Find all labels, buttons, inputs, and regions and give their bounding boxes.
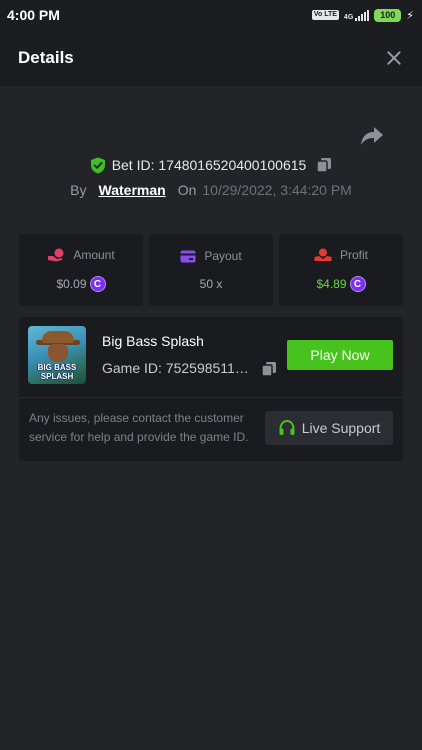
stat-label: Profit	[339, 248, 368, 262]
status-icons: Vo LTE 4G 100 ⚡	[311, 8, 414, 22]
share-icon[interactable]	[360, 126, 384, 146]
stat-value: $4.89 C	[316, 276, 366, 292]
bet-id: Bet ID: 1748016520400100615	[111, 157, 307, 173]
stat-card-amount: Amount $0.09 C	[19, 234, 143, 306]
status-time: 4:00 PM	[7, 7, 60, 23]
stat-value: $0.09 C	[56, 276, 106, 292]
charging-icon: ⚡	[406, 9, 414, 22]
stat-label: Amount	[73, 248, 115, 262]
on-label: On	[177, 182, 197, 198]
payout-value: 50 x	[199, 277, 223, 291]
bet-date: 10/29/2022, 3:44:20 PM	[202, 182, 352, 198]
stat-card-profit: Profit $4.89 C	[279, 234, 403, 306]
coin-icon: C	[89, 276, 106, 292]
coin-icon: C	[349, 276, 366, 292]
by-label: By	[70, 182, 87, 198]
headset-icon	[279, 419, 295, 435]
thumb-title: BIG BASS SPLASH	[37, 363, 77, 381]
live-support-button[interactable]: Live Support	[265, 411, 393, 445]
coin-hand-icon	[48, 248, 64, 262]
live-support-label: Live Support	[301, 420, 381, 436]
wallet-icon	[180, 250, 196, 262]
game-thumbnail[interactable]: BIG BASS SPLASH	[28, 326, 86, 384]
play-now-button[interactable]: Play Now	[287, 340, 393, 370]
stat-label: Payout	[204, 249, 242, 263]
thumb-hat	[42, 331, 74, 343]
stat-header: Payout	[180, 249, 242, 263]
stat-header: Profit	[314, 248, 368, 262]
profit-value: $4.89	[316, 277, 347, 291]
game-card: BIG BASS SPLASH Big Bass Splash Game ID:…	[19, 317, 403, 461]
battery-icon: 100	[374, 8, 402, 22]
stat-header: Amount	[47, 248, 115, 262]
shield-check-icon	[90, 157, 105, 173]
bet-meta-row: By Waterman On 10/29/2022, 3:44:20 PM	[0, 180, 422, 200]
bet-id-row: Bet ID: 1748016520400100615	[0, 154, 422, 176]
profit-hands-icon	[314, 248, 332, 261]
close-icon[interactable]	[384, 48, 404, 68]
volte-icon: Vo LTE	[311, 10, 339, 20]
stat-value: 50 x	[200, 277, 223, 291]
signal-group: 4G	[343, 9, 370, 21]
bet-stats: Amount $0.09 C Payout 50 x Profit $4.89 …	[19, 234, 403, 306]
username-link[interactable]: Waterman	[99, 182, 166, 198]
game-name: Big Bass Splash	[102, 333, 204, 349]
signal-icon	[355, 9, 370, 21]
details-header: Details	[0, 30, 422, 86]
copy-bet-id-icon[interactable]	[316, 157, 332, 173]
network-type: 4G	[343, 14, 354, 21]
status-bar: 4:00 PM Vo LTE 4G 100 ⚡	[0, 0, 422, 30]
amount-value: $0.09	[56, 277, 87, 291]
stat-card-payout: Payout 50 x	[149, 234, 273, 306]
support-notice: Any issues, please contact the customer …	[29, 411, 249, 444]
divider	[19, 397, 403, 398]
copy-game-id-icon[interactable]	[261, 361, 277, 377]
game-id: Game ID: 7525985118...	[102, 360, 254, 376]
page-title: Details	[18, 48, 74, 67]
thumb-face	[48, 344, 68, 362]
